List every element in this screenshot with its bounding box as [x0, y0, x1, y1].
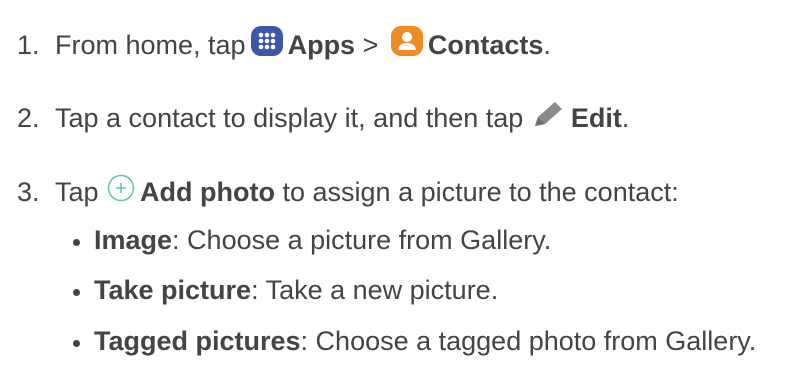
- step-text-end: to assign a picture to the contact:: [275, 176, 679, 207]
- bullet-item-image: Image : Choose a picture from Gallery.: [73, 224, 551, 256]
- bullet-dot: [73, 339, 80, 347]
- step-text-end: .: [621, 102, 630, 133]
- plus-circle-icon: [106, 173, 136, 210]
- bullet-item-take-picture: Take picture : Take a new picture.: [73, 274, 498, 306]
- pencil-edit-icon: [531, 99, 567, 136]
- bullet-item-tagged-pictures: Tagged pictures : Choose a tagged photo …: [73, 325, 756, 357]
- step-number: 3.: [17, 176, 40, 207]
- contacts-person-icon: [390, 25, 424, 64]
- bullet-dot: [73, 288, 80, 296]
- step-1: 1. From home, tap Apps > Contacts .: [17, 25, 551, 64]
- bullet-term: Take picture: [94, 275, 252, 305]
- add-photo-label: Add photo: [140, 176, 275, 207]
- step-text: From home, tap: [55, 29, 246, 60]
- bullet-dot: [73, 238, 80, 246]
- step-text-end: .: [543, 29, 551, 60]
- contacts-label: Contacts: [427, 29, 544, 60]
- step-text: Tap a contact to display it, and then ta…: [55, 102, 531, 133]
- step-text-sep: >: [355, 29, 386, 60]
- bullet-term: Image: [94, 225, 173, 255]
- bullet-desc: : Take a new picture.: [251, 275, 499, 305]
- bullet-desc: : Choose a picture from Gallery.: [172, 225, 552, 255]
- step-2: 2. Tap a contact to display it, and then…: [17, 99, 629, 136]
- bullet-desc: : Choose a tagged photo from Gallery.: [300, 326, 757, 356]
- edit-label: Edit: [570, 102, 622, 133]
- step-3: 3. Tap Add photo to assign a picture to …: [17, 173, 679, 210]
- apps-label: Apps: [287, 29, 356, 60]
- apps-grid-icon: [250, 25, 284, 64]
- step-number: 1.: [17, 29, 40, 60]
- step-number: 2.: [17, 102, 40, 133]
- bullet-term: Tagged pictures: [94, 326, 301, 356]
- step-text: Tap: [55, 176, 107, 207]
